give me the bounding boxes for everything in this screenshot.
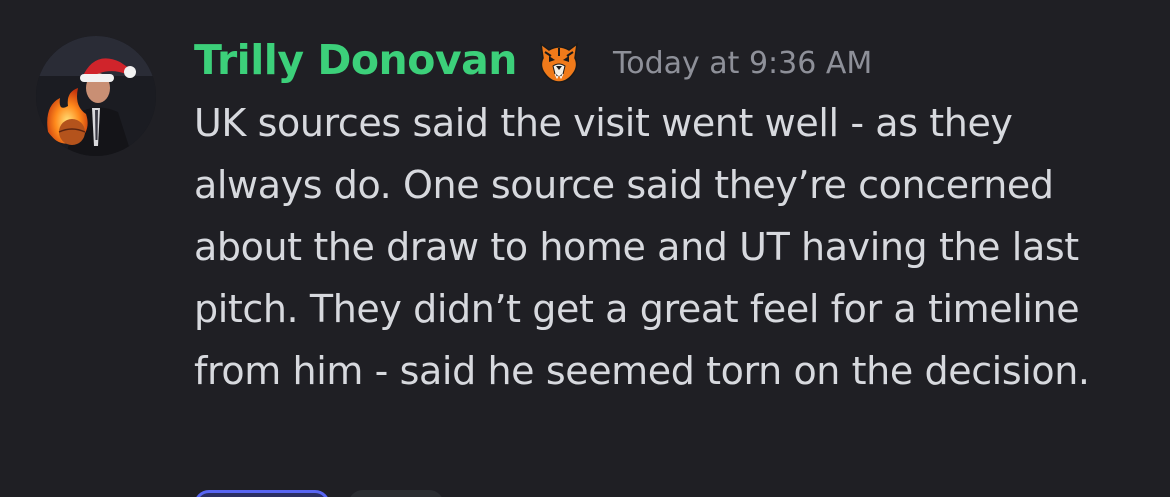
avatar[interactable] bbox=[36, 36, 156, 156]
message-header: Trilly Donovan Today at 9:36 AM bbox=[194, 30, 872, 90]
reactions-bar bbox=[194, 490, 444, 497]
author-name[interactable]: Trilly Donovan bbox=[194, 36, 517, 84]
tiger-head-icon[interactable] bbox=[535, 36, 583, 84]
avatar-image bbox=[36, 36, 156, 156]
message-timestamp: Today at 9:36 AM bbox=[612, 45, 873, 81]
message-text: UK sources said the visit went well - as… bbox=[194, 101, 1090, 393]
chat-message: Trilly Donovan Today at 9:36 AM UK sourc… bbox=[0, 0, 1170, 497]
reaction-button[interactable] bbox=[194, 490, 330, 497]
reaction-button[interactable] bbox=[348, 490, 444, 497]
